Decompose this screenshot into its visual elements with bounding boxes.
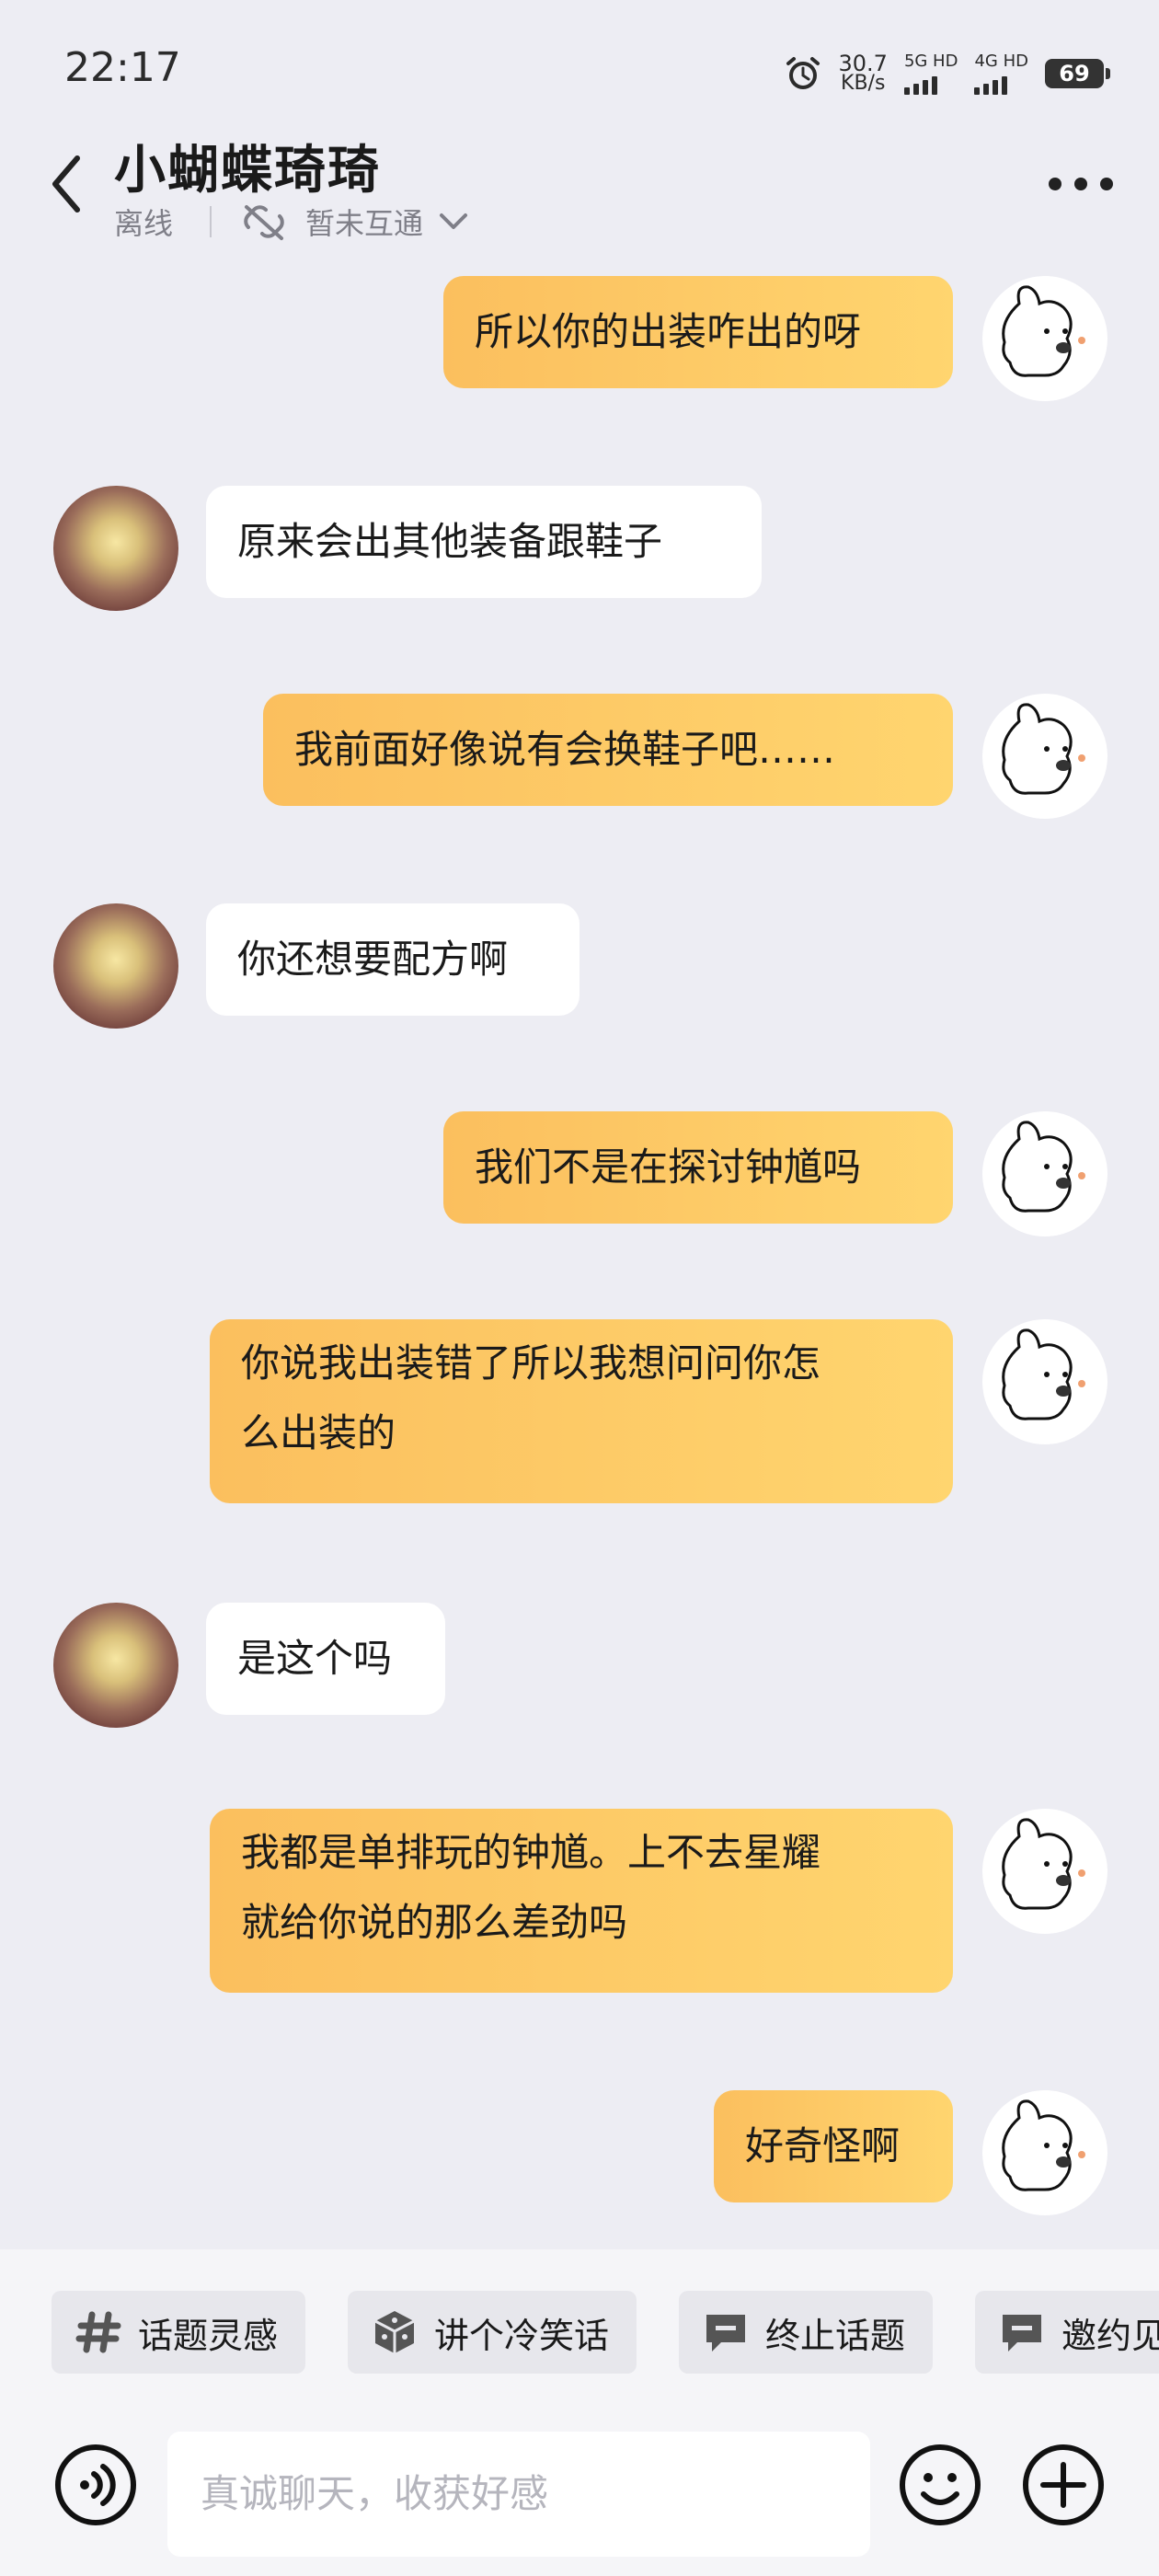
contact-avatar[interactable]: [53, 903, 178, 1029]
contact-name[interactable]: 小蝴蝶琦琦: [114, 129, 381, 203]
bunny-avatar-icon: [1002, 285, 1085, 377]
more-options-icon[interactable]: [1049, 166, 1113, 202]
signal-bars-icon: [974, 73, 1008, 95]
chevron-down-icon[interactable]: [438, 211, 469, 233]
bunny-avatar-icon: [1002, 2099, 1085, 2191]
message-line: 我都是单排玩的钟馗。上不去星耀: [241, 1830, 821, 1875]
chip-label: 终止话题: [765, 2315, 906, 2356]
chip-invite[interactable]: 邀约见: [975, 2291, 1159, 2374]
chat-header: 小蝴蝶琦琦 离线 暂未互通: [0, 129, 1159, 258]
chip-label: 邀约见: [1061, 2315, 1159, 2356]
composer-panel: 话题灵感 讲个冷笑话 终止话题 邀约见 真诚聊天，收获好感: [0, 2249, 1159, 2576]
message-bubble-received[interactable]: 是这个吗: [206, 1603, 445, 1715]
sim2-label: 4G HD: [974, 52, 1028, 71]
input-bar: 真诚聊天，收获好感: [0, 2406, 1159, 2557]
contact-status-row: 离线 暂未互通: [114, 201, 469, 243]
divider: [210, 206, 212, 237]
my-avatar[interactable]: [982, 1319, 1107, 1444]
message-bubble-sent[interactable]: 我们不是在探讨钟馗吗: [443, 1111, 953, 1224]
status-bar: 22:17 30.7 KB/s 5G HD 4G HD 69: [0, 0, 1159, 138]
message-bubble-sent[interactable]: 你说我出装错了所以我想问问你怎 么出装的: [210, 1319, 953, 1503]
chip-label: 话题灵感: [138, 2315, 279, 2356]
bunny-avatar-icon: [1002, 1328, 1085, 1420]
message-line: 你说我出装错了所以我想问问你怎: [241, 1340, 821, 1386]
sim2-signal: 4G HD: [974, 52, 1028, 95]
sim1-label: 5G HD: [903, 52, 958, 71]
network-speed-value: 30.7: [838, 51, 888, 76]
network-speed-unit: KB/s: [841, 72, 886, 95]
contact-avatar[interactable]: [53, 1603, 178, 1728]
quick-action-chips: 话题灵感 讲个冷笑话 终止话题 邀约见: [52, 2291, 1159, 2374]
message-bubble-sent[interactable]: 我前面好像说有会换鞋子吧……: [263, 694, 953, 806]
message-bubble-received[interactable]: 你还想要配方啊: [206, 903, 580, 1016]
relation-status[interactable]: 暂未互通: [305, 201, 423, 243]
chip-topic-inspiration[interactable]: 话题灵感: [52, 2291, 306, 2374]
network-speed: 30.7 KB/s: [838, 51, 888, 95]
message-bubble-sent[interactable]: 我都是单排玩的钟馗。上不去星耀 就给你说的那么差劲吗: [210, 1809, 953, 1993]
message-bubble-sent[interactable]: 好奇怪啊: [714, 2090, 953, 2202]
status-indicators: 30.7 KB/s 5G HD 4G HD 69: [784, 48, 1110, 99]
back-arrow-icon[interactable]: [40, 147, 96, 221]
battery-level: 69: [1059, 61, 1090, 86]
sim1-signal: 5G HD: [903, 52, 958, 95]
link-off-icon: [244, 205, 284, 240]
dice-icon: [374, 2311, 415, 2353]
plus-icon[interactable]: [1021, 2443, 1106, 2527]
presence-status: 离线: [114, 206, 174, 241]
contact-avatar[interactable]: [53, 486, 178, 611]
emoji-icon[interactable]: [898, 2443, 982, 2527]
my-avatar[interactable]: [982, 694, 1107, 819]
my-avatar[interactable]: [982, 1809, 1107, 1934]
status-time: 22:17: [64, 44, 181, 91]
chip-joke[interactable]: 讲个冷笑话: [348, 2291, 637, 2374]
my-avatar[interactable]: [982, 1111, 1107, 1236]
chat-bubble-icon: [706, 2315, 746, 2352]
voice-input-icon[interactable]: [53, 2443, 138, 2527]
chat-bubble-icon: [1003, 2315, 1042, 2352]
signal-bars-icon: [903, 73, 937, 95]
hashtag-icon: [75, 2311, 121, 2353]
message-line: 就给你说的那么差劲吗: [241, 1900, 628, 1945]
bunny-avatar-icon: [1002, 1818, 1085, 1910]
battery-icon: 69: [1045, 59, 1110, 88]
bunny-avatar-icon: [1002, 703, 1085, 795]
chip-end-topic[interactable]: 终止话题: [679, 2291, 934, 2374]
message-bubble-sent[interactable]: 所以你的出装咋出的呀: [443, 276, 953, 388]
my-avatar[interactable]: [982, 2090, 1107, 2215]
message-input[interactable]: 真诚聊天，收获好感: [167, 2432, 870, 2557]
my-avatar[interactable]: [982, 276, 1107, 401]
alarm-icon: [786, 57, 820, 89]
message-bubble-received[interactable]: 原来会出其他装备跟鞋子: [206, 486, 762, 598]
chip-label: 讲个冷笑话: [434, 2315, 610, 2356]
message-line: 么出装的: [241, 1410, 396, 1455]
bunny-avatar-icon: [1002, 1121, 1085, 1213]
